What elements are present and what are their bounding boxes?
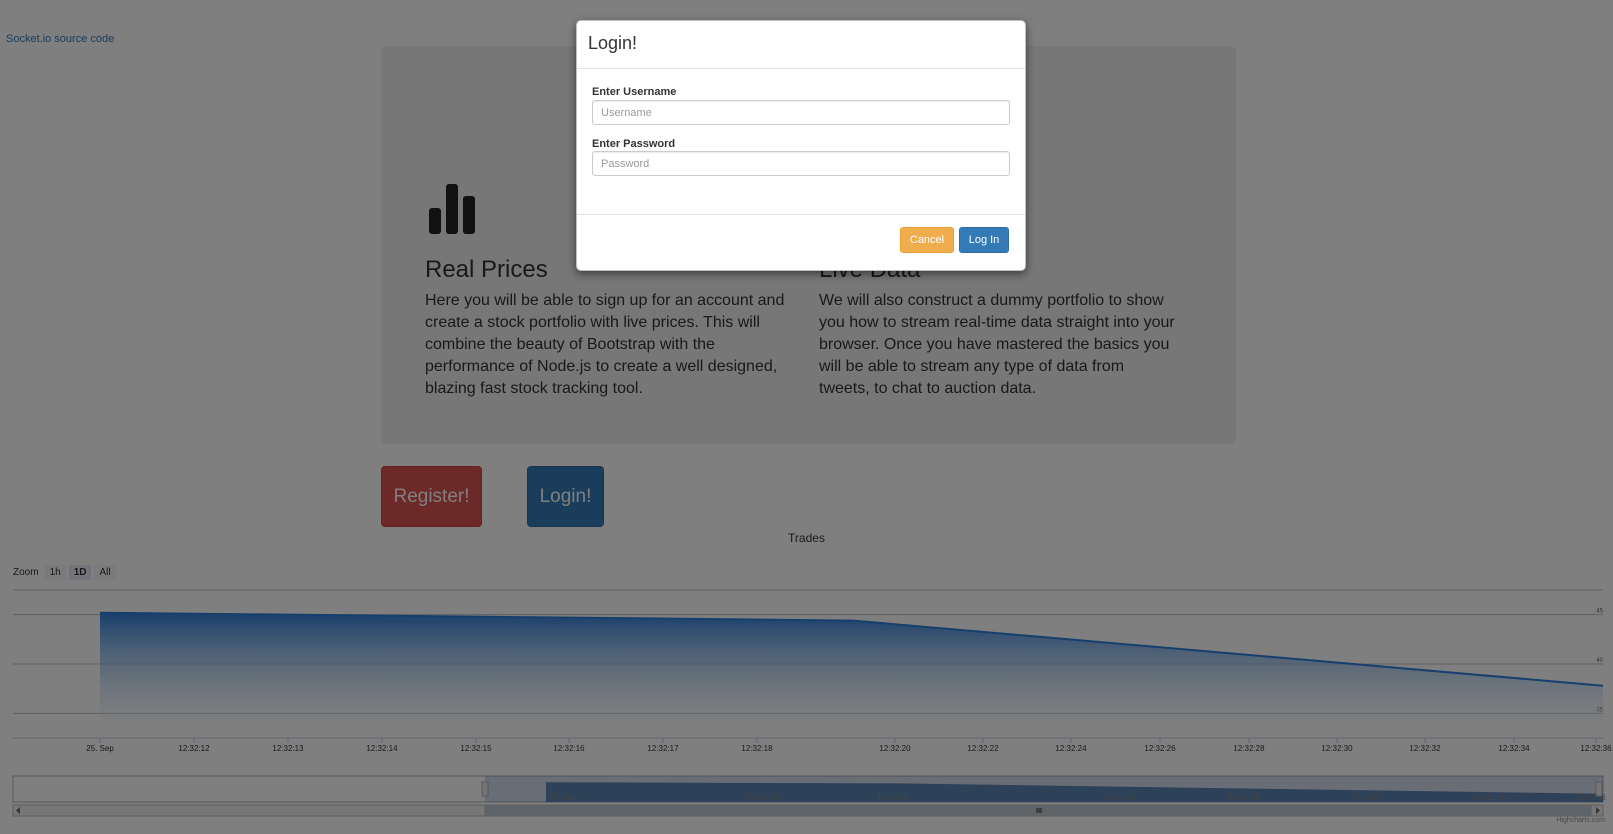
username-label: Enter Username: [592, 86, 677, 98]
modal-body: Enter Username Enter Password: [577, 69, 1025, 215]
password-label: Enter Password: [592, 138, 676, 150]
password-input[interactable]: [592, 151, 1010, 176]
modal-header: Login!: [577, 21, 1025, 69]
modal-title: Login!: [588, 33, 638, 53]
log-in-button[interactable]: Log In: [959, 227, 1009, 253]
cancel-button[interactable]: Cancel: [900, 227, 954, 253]
username-input[interactable]: [592, 100, 1010, 125]
